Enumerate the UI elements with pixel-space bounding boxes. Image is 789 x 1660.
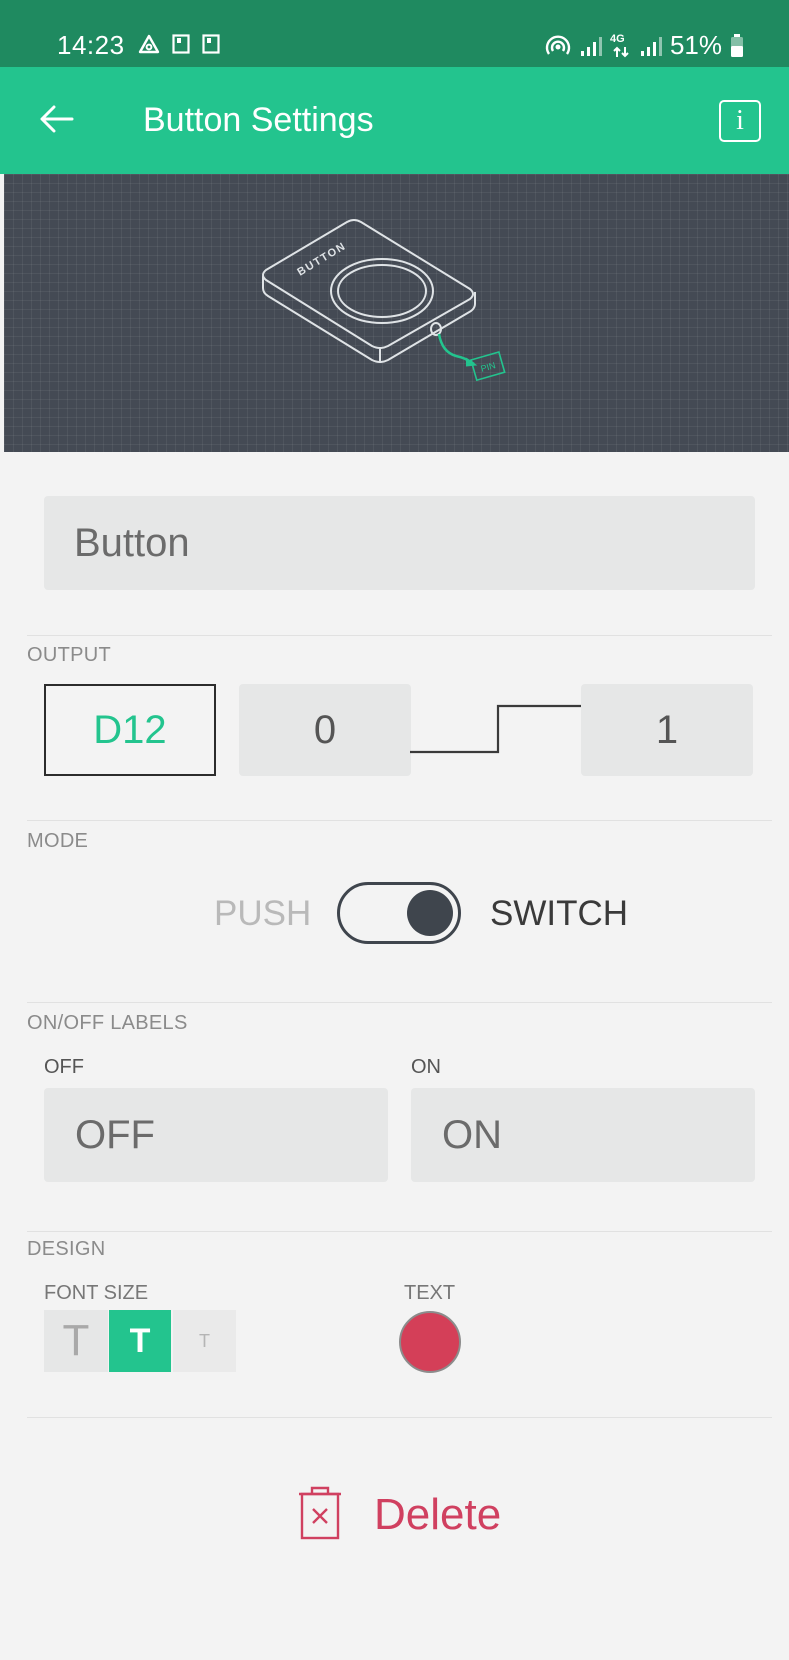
- labels-section-label: ON/OFF LABELS: [27, 1012, 188, 1034]
- mode-push-label[interactable]: PUSH: [214, 894, 311, 934]
- section-divider: [27, 1417, 772, 1418]
- page-title: Button Settings: [143, 101, 374, 139]
- delete-label: Delete: [374, 1490, 502, 1539]
- pin-selector[interactable]: D12: [44, 684, 216, 776]
- status-time: 14:23: [57, 30, 125, 60]
- notification-icon: [202, 34, 220, 54]
- status-left-icons: [138, 34, 220, 54]
- button-device-drawing: BUTTON PIN: [262, 219, 506, 382]
- notification-icon: [172, 34, 190, 54]
- info-icon: i: [736, 105, 744, 136]
- app-bar: Button Settings i: [0, 67, 789, 174]
- hotspot-icon: [545, 34, 571, 55]
- output-range-graphic: [410, 704, 582, 754]
- signal-icon: [580, 36, 602, 56]
- font-size-large-glyph: T: [62, 1316, 90, 1365]
- section-divider: [27, 635, 772, 636]
- output-section-label: OUTPUT: [27, 644, 112, 666]
- trash-icon: [299, 1486, 341, 1540]
- arrow-left-icon: [40, 105, 74, 133]
- font-size-small-button[interactable]: T: [173, 1310, 236, 1372]
- font-size-large-button[interactable]: T: [44, 1310, 108, 1372]
- design-section-label: DESIGN: [27, 1238, 106, 1260]
- battery-icon: [731, 33, 743, 57]
- alert-triangle-icon: [138, 34, 160, 54]
- pin-label: PIN: [480, 360, 497, 374]
- high-value-input[interactable]: 1: [581, 684, 753, 776]
- status-right-icons: 4G 51%: [544, 30, 744, 61]
- off-caption: OFF: [44, 1056, 84, 1078]
- toggle-knob: [407, 890, 453, 936]
- status-bar: 14:23 4G 51%: [0, 0, 789, 67]
- back-button[interactable]: [36, 97, 80, 141]
- mode-section-label: MODE: [27, 830, 89, 852]
- section-divider: [27, 1002, 772, 1003]
- text-color-label: TEXT: [404, 1282, 456, 1304]
- mode-switch-label[interactable]: SWITCH: [490, 894, 628, 934]
- network-type-label: 4G: [609, 32, 625, 45]
- font-size-medium-button[interactable]: T: [109, 1310, 171, 1372]
- off-label-input[interactable]: OFF: [44, 1088, 388, 1182]
- text-color-swatch[interactable]: [399, 1311, 461, 1373]
- signal-icon: [640, 36, 662, 56]
- section-divider: [27, 820, 772, 821]
- network-icon: 4G: [610, 33, 632, 59]
- on-caption: ON: [411, 1056, 441, 1078]
- section-divider: [27, 1231, 772, 1232]
- mode-toggle[interactable]: [337, 882, 461, 944]
- battery-percent: 51%: [669, 30, 722, 60]
- info-button[interactable]: i: [719, 100, 761, 142]
- on-label-input[interactable]: ON: [411, 1088, 755, 1182]
- app-root: 14:23 4G 51% Button Settings i BUTTON PI…: [0, 0, 789, 1660]
- font-size-medium-glyph: T: [129, 1321, 151, 1360]
- button-illustration: BUTTON PIN: [4, 174, 789, 452]
- font-size-small-glyph: T: [199, 1330, 210, 1351]
- widget-name-input[interactable]: [44, 496, 755, 590]
- font-size-label: FONT SIZE: [44, 1282, 149, 1304]
- delete-button[interactable]: Delete: [296, 1480, 516, 1550]
- low-value-input[interactable]: 0: [239, 684, 411, 776]
